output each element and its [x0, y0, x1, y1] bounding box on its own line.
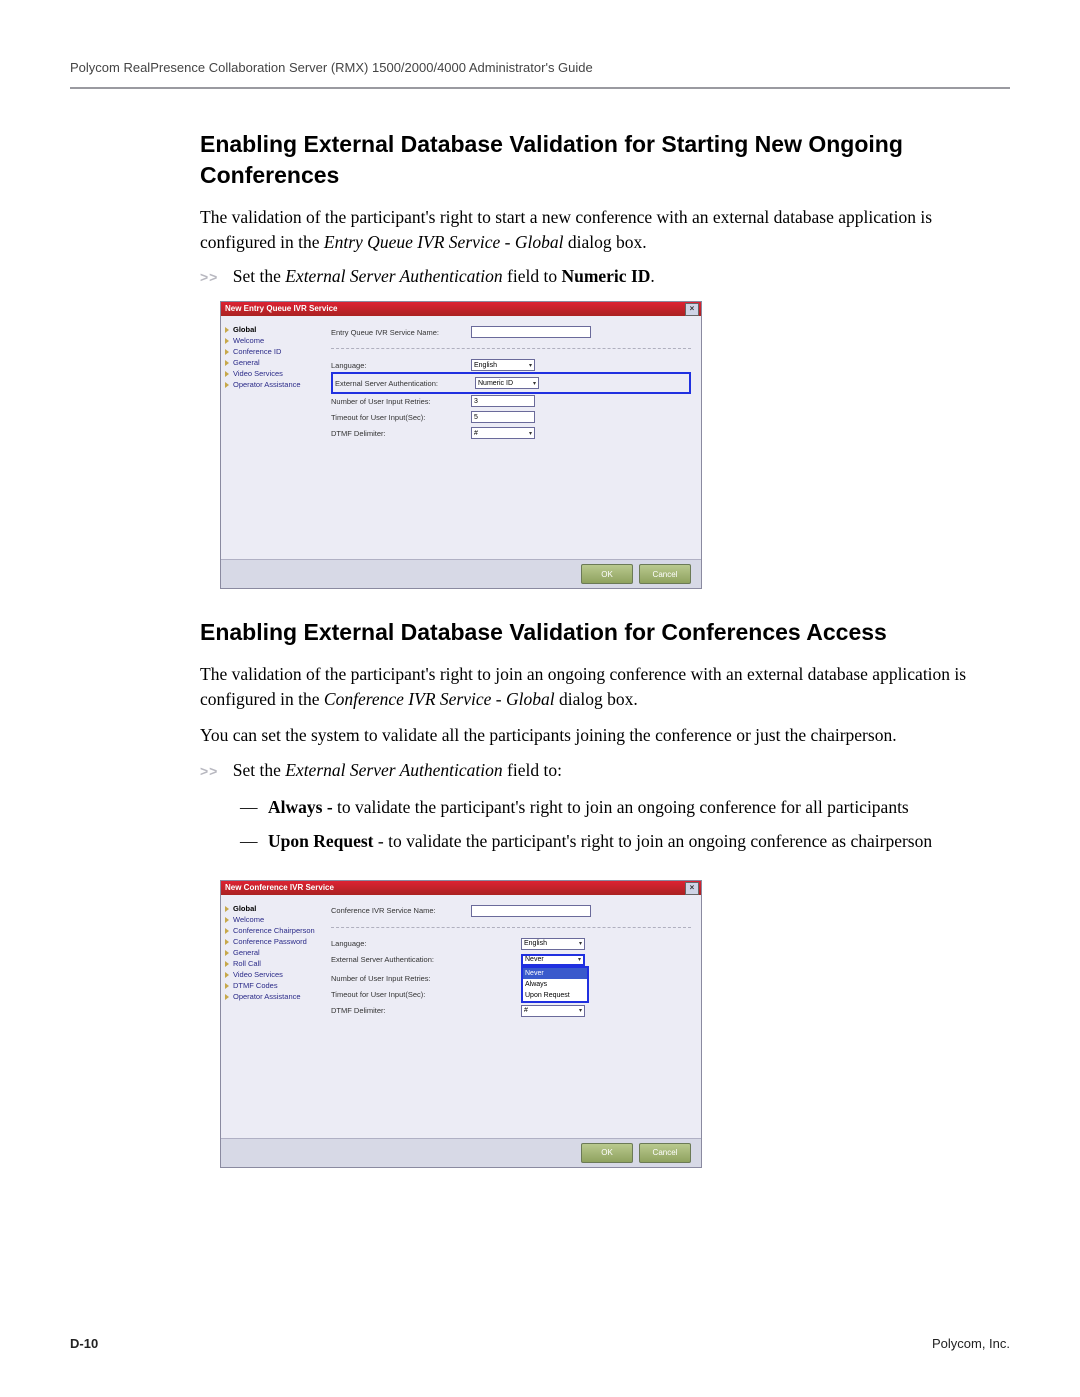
entry-queue-ivr-dialog: New Entry Queue IVR Service × Global Wel…: [220, 301, 702, 589]
dialog1-nav: Global Welcome Conference ID General Vid…: [221, 316, 321, 558]
external-auth-dropdown[interactable]: Never Always Upon Request: [521, 966, 589, 1003]
dropdown-option-never[interactable]: Never: [523, 968, 587, 979]
close-icon[interactable]: ×: [685, 882, 699, 895]
nav-general[interactable]: General: [225, 357, 317, 368]
option-always: Always - to validate the participant's r…: [240, 795, 990, 830]
external-auth-row-highlight: External Server Authentication: Numeric …: [331, 372, 691, 394]
page-number: D-10: [70, 1336, 98, 1351]
page-header: Polycom RealPresence Collaboration Serve…: [70, 60, 1010, 83]
external-auth-select[interactable]: Never▾: [521, 954, 585, 966]
chevron-down-icon: ▾: [579, 940, 582, 947]
cancel-button[interactable]: Cancel: [639, 564, 691, 584]
ok-button[interactable]: OK: [581, 1143, 633, 1163]
section2-para2: You can set the system to validate all t…: [200, 723, 990, 748]
option-upon-request: Upon Request - to validate the participa…: [240, 829, 990, 864]
section1-step: >> Set the External Server Authenticatio…: [200, 266, 990, 287]
retries-label: Number of User Input Retries:: [331, 974, 471, 983]
close-icon[interactable]: ×: [685, 303, 699, 316]
nav-video-services[interactable]: Video Services: [225, 969, 317, 980]
dialog2-nav: Global Welcome Conference Chairperson Co…: [221, 895, 321, 1137]
step-chevron-icon: >>: [200, 763, 218, 779]
nav-dtmf-codes[interactable]: DTMF Codes: [225, 980, 317, 991]
chevron-down-icon: ▾: [529, 362, 532, 369]
service-name-input[interactable]: [471, 905, 591, 917]
section2-para1: The validation of the participant's righ…: [200, 662, 990, 711]
timeout-input[interactable]: 5: [471, 411, 535, 423]
language-label: Language:: [331, 361, 471, 370]
nav-roll-call[interactable]: Roll Call: [225, 958, 317, 969]
retries-input[interactable]: 3: [471, 395, 535, 407]
chevron-down-icon: ▾: [529, 430, 532, 437]
dtmf-label: DTMF Delimiter:: [331, 429, 471, 438]
cancel-button[interactable]: Cancel: [639, 1143, 691, 1163]
external-auth-select[interactable]: Numeric ID▾: [475, 377, 539, 389]
dtmf-select[interactable]: #▾: [521, 1005, 585, 1017]
nav-conf-password[interactable]: Conference Password: [225, 936, 317, 947]
dialog1-titlebar: New Entry Queue IVR Service ×: [221, 302, 701, 316]
nav-conf-chairperson[interactable]: Conference Chairperson: [225, 925, 317, 936]
ok-button[interactable]: OK: [581, 564, 633, 584]
conference-ivr-dialog: New Conference IVR Service × Global Welc…: [220, 880, 702, 1168]
footer-company: Polycom, Inc.: [932, 1336, 1010, 1351]
dtmf-label: DTMF Delimiter:: [331, 1006, 471, 1015]
dialog2-titlebar: New Conference IVR Service ×: [221, 881, 701, 895]
service-name-label: Entry Queue IVR Service Name:: [331, 328, 471, 337]
service-name-label: Conference IVR Service Name:: [331, 906, 471, 915]
nav-global[interactable]: Global: [225, 324, 317, 335]
step-chevron-icon: >>: [200, 269, 218, 285]
section2-heading: Enabling External Database Validation fo…: [200, 617, 990, 648]
nav-conference-id[interactable]: Conference ID: [225, 346, 317, 357]
chevron-down-icon: ▾: [533, 380, 536, 387]
nav-operator-assistance[interactable]: Operator Assistance: [225, 379, 317, 390]
dropdown-option-upon-request[interactable]: Upon Request: [523, 990, 587, 1001]
nav-welcome[interactable]: Welcome: [225, 914, 317, 925]
section1-para1: The validation of the participant's righ…: [200, 205, 990, 254]
dtmf-select[interactable]: #▾: [471, 427, 535, 439]
dropdown-option-always[interactable]: Always: [523, 979, 587, 990]
chevron-down-icon: ▾: [578, 956, 581, 963]
timeout-label: Timeout for User Input(Sec):: [331, 990, 471, 999]
section2-step: >> Set the External Server Authenticatio…: [200, 760, 990, 781]
service-name-input[interactable]: [471, 326, 591, 338]
nav-operator-assistance[interactable]: Operator Assistance: [225, 991, 317, 1002]
chevron-down-icon: ▾: [579, 1007, 582, 1014]
nav-global[interactable]: Global: [225, 903, 317, 914]
language-select[interactable]: English▾: [521, 938, 585, 950]
nav-welcome[interactable]: Welcome: [225, 335, 317, 346]
external-auth-label: External Server Authentication:: [331, 955, 471, 964]
language-select[interactable]: English▾: [471, 359, 535, 371]
nav-video-services[interactable]: Video Services: [225, 368, 317, 379]
retries-label: Number of User Input Retries:: [331, 397, 471, 406]
timeout-label: Timeout for User Input(Sec):: [331, 413, 471, 422]
language-label: Language:: [331, 939, 471, 948]
external-auth-label: External Server Authentication:: [335, 379, 475, 388]
nav-general[interactable]: General: [225, 947, 317, 958]
section1-heading: Enabling External Database Validation fo…: [200, 129, 990, 191]
header-rule: [70, 87, 1010, 89]
